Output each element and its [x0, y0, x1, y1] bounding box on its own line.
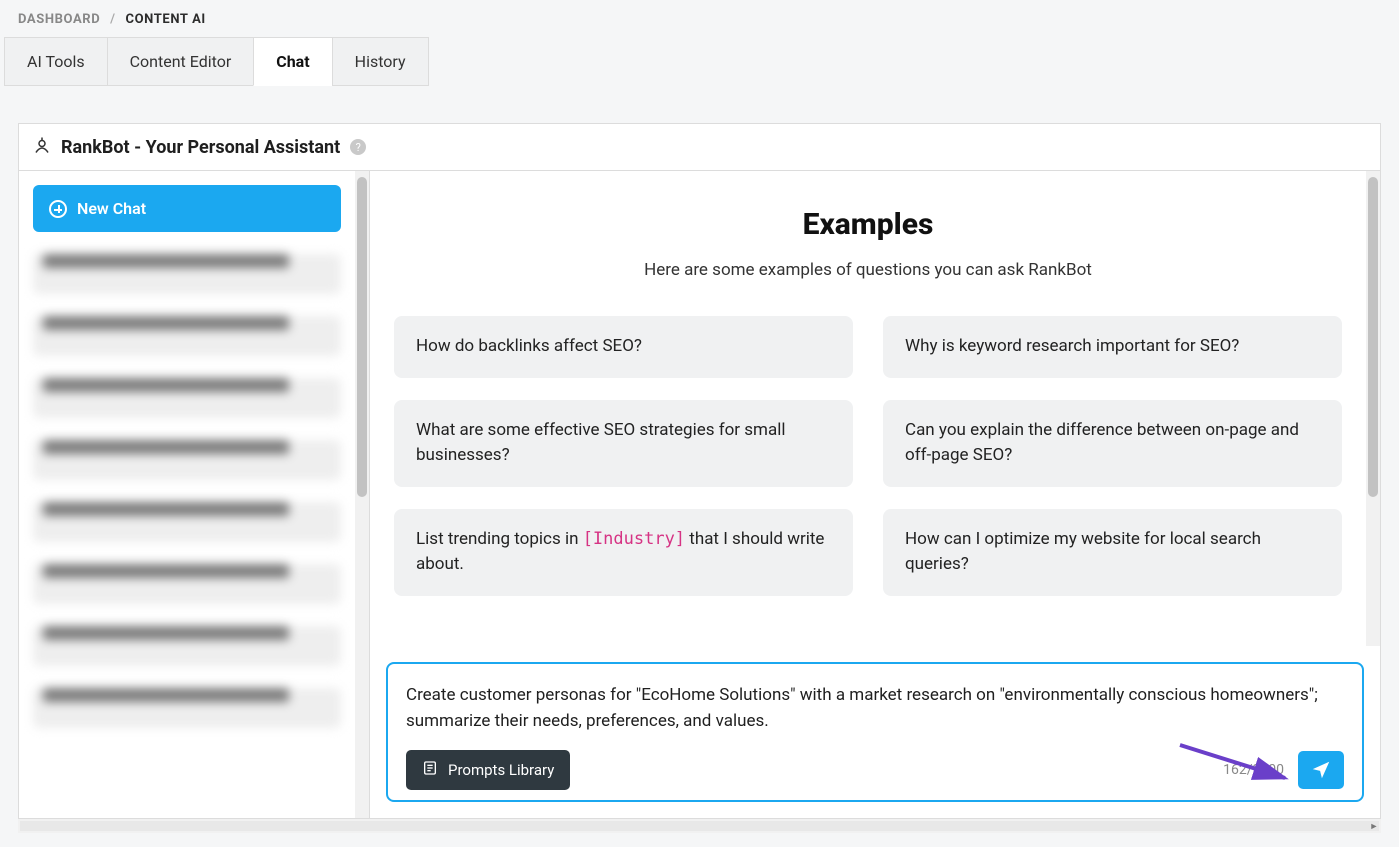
example-prompt[interactable]: Why is keyword research important for SE…: [883, 316, 1342, 378]
tabs-bar: AI Tools Content Editor Chat History: [4, 37, 1381, 87]
sidebar-scrollbar[interactable]: [355, 171, 369, 818]
new-chat-button[interactable]: New Chat: [33, 185, 341, 232]
horizontal-scrollbar[interactable]: ◄ ►: [18, 819, 1381, 833]
example-prompt[interactable]: How do backlinks affect SEO?: [394, 316, 853, 378]
example-prompt[interactable]: How can I optimize my website for local …: [883, 509, 1342, 596]
chat-history-item[interactable]: [33, 316, 341, 356]
chat-history-item[interactable]: [33, 626, 341, 666]
help-icon[interactable]: ?: [350, 139, 366, 155]
plus-icon: [49, 200, 67, 218]
send-icon: [1310, 759, 1332, 781]
example-text: List trending topics in: [416, 529, 583, 549]
examples-subheading: Here are some examples of questions you …: [394, 260, 1342, 280]
send-button[interactable]: [1298, 751, 1344, 789]
tab-chat[interactable]: Chat: [253, 37, 332, 86]
example-prompt[interactable]: Can you explain the difference between o…: [883, 400, 1342, 487]
chat-history-item[interactable]: [33, 378, 341, 418]
tab-history[interactable]: History: [332, 37, 429, 86]
chat-content: Examples Here are some examples of quest…: [370, 171, 1366, 646]
panel-header: RankBot - Your Personal Assistant ?: [19, 124, 1380, 171]
rankbot-icon: [33, 136, 51, 158]
composer: Prompts Library 162/2000: [386, 662, 1364, 802]
chat-sidebar: New Chat: [19, 171, 355, 818]
prompt-input[interactable]: [406, 682, 1344, 740]
char-counter: 162/2000: [1223, 762, 1284, 778]
scroll-right-icon[interactable]: ►: [1367, 820, 1381, 832]
chat-history-item[interactable]: [33, 688, 341, 728]
example-prompt[interactable]: List trending topics in [Industry] that …: [394, 509, 853, 596]
chat-panel: RankBot - Your Personal Assistant ? New …: [18, 123, 1381, 819]
tab-content-editor[interactable]: Content Editor: [107, 37, 255, 86]
prompts-library-button[interactable]: Prompts Library: [406, 750, 570, 790]
document-icon: [422, 760, 438, 780]
panel-title: RankBot - Your Personal Assistant: [61, 137, 340, 158]
chat-history-item[interactable]: [33, 502, 341, 542]
examples-heading: Examples: [394, 207, 1342, 242]
chat-history-item[interactable]: [33, 564, 341, 604]
tab-ai-tools[interactable]: AI Tools: [4, 37, 108, 86]
breadcrumb-root[interactable]: DASHBOARD: [18, 12, 100, 27]
breadcrumb-separator: /: [104, 12, 122, 27]
breadcrumb: DASHBOARD / CONTENT AI: [0, 0, 1399, 37]
breadcrumb-current: CONTENT AI: [126, 12, 206, 27]
example-prompt[interactable]: What are some effective SEO strategies f…: [394, 400, 853, 487]
prompts-library-label: Prompts Library: [448, 761, 554, 779]
content-scrollbar[interactable]: [1366, 171, 1380, 646]
new-chat-label: New Chat: [77, 199, 146, 218]
example-variable: [Industry]: [583, 529, 685, 549]
chat-history-item[interactable]: [33, 254, 341, 294]
chat-history-item[interactable]: [33, 440, 341, 480]
